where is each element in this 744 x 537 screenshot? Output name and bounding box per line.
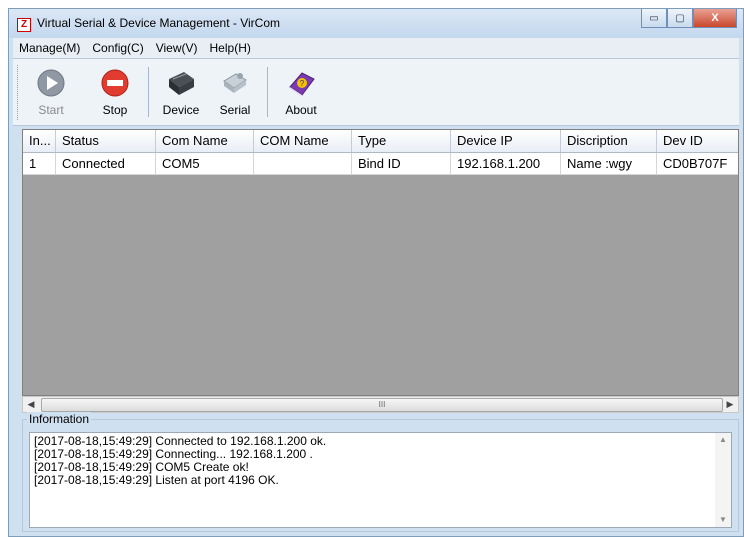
maximize-button[interactable]: ▢ xyxy=(667,9,693,28)
column-header-index[interactable]: In... xyxy=(23,130,56,152)
column-header-discription[interactable]: Discription xyxy=(561,130,657,152)
horizontal-scrollbar[interactable]: ◀ III ▶ xyxy=(22,396,739,413)
menu-manage[interactable]: Manage(M) xyxy=(13,41,86,55)
about-book-icon: ? xyxy=(289,72,315,97)
window-controls: ▭ ▢ X xyxy=(641,9,737,29)
menu-view[interactable]: View(V) xyxy=(150,41,204,55)
scroll-down-icon[interactable]: ▼ xyxy=(715,513,731,527)
device-button[interactable]: Device xyxy=(155,65,207,121)
toolbar-separator xyxy=(148,67,149,117)
play-icon xyxy=(37,69,65,97)
scroll-up-icon[interactable]: ▲ xyxy=(715,433,731,447)
serial-button[interactable]: Serial xyxy=(209,65,261,121)
stop-icon xyxy=(101,69,129,97)
menu-help[interactable]: Help(H) xyxy=(204,41,257,55)
app-logo-icon: Z xyxy=(17,18,31,32)
table-row[interactable]: 1 Connected COM5 Bind ID 192.168.1.200 N… xyxy=(23,153,738,175)
about-label: About xyxy=(285,103,317,117)
device-table: In... Status Com Name COM Name Type Devi… xyxy=(22,129,739,396)
column-header-type[interactable]: Type xyxy=(352,130,451,152)
column-header-dev-id[interactable]: Dev ID xyxy=(657,130,738,152)
about-button[interactable]: ? About xyxy=(275,65,327,121)
close-icon: X xyxy=(711,12,719,24)
serial-label: Serial xyxy=(219,103,251,117)
device-icon xyxy=(169,72,194,95)
scroll-right-icon[interactable]: ▶ xyxy=(722,397,738,412)
column-header-com-name[interactable]: Com Name xyxy=(156,130,254,152)
start-button[interactable]: Start xyxy=(25,65,77,121)
information-log[interactable]: [2017-08-18,15:49:29] Connected to 192.1… xyxy=(29,432,732,528)
svg-text:?: ? xyxy=(300,79,305,88)
column-header-status[interactable]: Status xyxy=(56,130,156,152)
scrollbar-grip: III xyxy=(378,400,386,409)
minimize-icon: ▭ xyxy=(649,12,659,24)
window-title: Virtual Serial & Device Management - Vir… xyxy=(37,16,280,30)
toolbar-separator xyxy=(267,67,268,117)
vertical-scrollbar[interactable]: ▲ ▼ xyxy=(715,433,731,527)
column-header-device-ip[interactable]: Device IP xyxy=(451,130,561,152)
information-label: Information xyxy=(27,412,92,426)
app-window: Z Virtual Serial & Device Management - V… xyxy=(8,8,744,537)
cell-com-name: COM5 xyxy=(156,153,254,175)
serial-icon xyxy=(223,73,247,93)
stop-button[interactable]: Stop xyxy=(89,65,141,121)
maximize-icon: ▢ xyxy=(675,12,685,24)
cell-dev-id: CD0B707F xyxy=(657,153,738,175)
scroll-left-icon[interactable]: ◀ xyxy=(23,397,39,412)
cell-status: Connected xyxy=(56,153,156,175)
table-header: In... Status Com Name COM Name Type Devi… xyxy=(23,130,738,153)
cell-discription: Name :wgy xyxy=(561,153,657,175)
device-label: Device xyxy=(162,103,200,117)
start-label: Start xyxy=(38,103,64,117)
column-header-com-name-2[interactable]: COM Name xyxy=(254,130,352,152)
cell-index: 1 xyxy=(23,153,56,175)
close-button[interactable]: X xyxy=(693,9,737,28)
log-line: [2017-08-18,15:49:29] Listen at port 419… xyxy=(34,473,279,487)
cell-device-ip: 192.168.1.200 xyxy=(451,153,561,175)
stop-label: Stop xyxy=(102,103,128,117)
cell-type: Bind ID xyxy=(352,153,451,175)
menu-bar: Manage(M) Config(C) View(V) Help(H) xyxy=(13,38,739,58)
minimize-button[interactable]: ▭ xyxy=(641,9,667,28)
information-group: Information [2017-08-18,15:49:29] Connec… xyxy=(22,412,739,532)
toolbar: Start Stop Device Serial ? About xyxy=(13,58,739,126)
menu-config[interactable]: Config(C) xyxy=(86,41,149,55)
toolbar-grip[interactable] xyxy=(17,65,21,120)
scrollbar-thumb[interactable]: III xyxy=(41,398,723,412)
cell-com-name-2 xyxy=(254,153,352,175)
title-bar[interactable]: Z Virtual Serial & Device Management - V… xyxy=(9,9,743,38)
